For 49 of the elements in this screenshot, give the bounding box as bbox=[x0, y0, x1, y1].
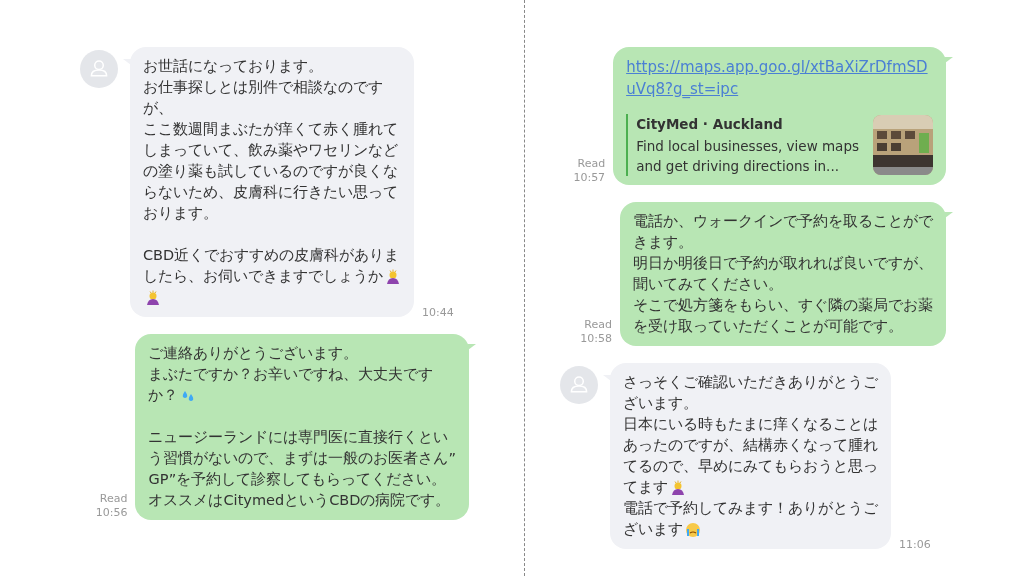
message-text: したら、お伺いできますでしょうか bbox=[143, 267, 383, 286]
message-text: 電話で予約してみます！ありがとうご bbox=[623, 499, 878, 518]
message-text: 聞いてみてください。 bbox=[633, 275, 783, 294]
message-text: さっそくご確認いただきありがとうご bbox=[623, 373, 878, 392]
message-text: てます bbox=[623, 478, 668, 497]
message-text: ニュージーランドには専門医に直接行くとい bbox=[148, 428, 449, 447]
message-text: か？ bbox=[148, 386, 179, 405]
message-text: オススメはCitymedというCBDの病院です。 bbox=[148, 491, 451, 510]
message-time: 10:56 bbox=[95, 506, 128, 520]
message-text: おります。 bbox=[143, 204, 218, 223]
read-receipt: Read bbox=[584, 318, 612, 332]
preview-title: CityMed · Auckland bbox=[636, 115, 784, 134]
message-text: らないため、皮膚科に行きたい思って bbox=[143, 183, 398, 202]
message-time: 10:57 bbox=[573, 171, 606, 185]
avatar-icon[interactable] bbox=[560, 366, 598, 404]
link[interactable]: https://maps.app.goo.gl/xtBaXiZrDfmSD uVq8?g_st=ipc bbox=[626, 56, 933, 100]
avatar-icon[interactable] bbox=[80, 50, 118, 88]
message-text: う習慣がないので、まずは一般のお医者さん” bbox=[148, 449, 456, 468]
message-text: 明日か明後日で予約が取れれば良いですが、 bbox=[633, 254, 933, 273]
bowing-person-icon bbox=[385, 268, 401, 285]
bowing-person-icon bbox=[145, 289, 161, 306]
message-text: まぶたですか？お辛いですね、大丈夫です bbox=[148, 365, 434, 384]
message-text: 日本にいる時もたまに痒くなることは bbox=[623, 415, 878, 434]
message-text: ざいます。 bbox=[623, 394, 698, 413]
message-text: そこで処方箋をもらい、すぐ隣の薬局でお薬 bbox=[633, 296, 933, 315]
message-text: GP”を予約して診察してもらってください。 bbox=[148, 470, 447, 489]
message-text: てるので、早めにみてもらおうと思っ bbox=[623, 457, 878, 476]
message-time: 10:44 bbox=[422, 306, 454, 319]
message-text: が、 bbox=[143, 99, 173, 118]
message-text: を受け取っていただくことが可能です。 bbox=[633, 317, 903, 336]
read-receipt: Read bbox=[577, 157, 606, 171]
message-text: CBD近くでおすすめの皮膚科がありま bbox=[143, 246, 400, 265]
message-time: 11:06 bbox=[899, 538, 931, 551]
message-time: 10:58 bbox=[580, 332, 612, 346]
read-receipt: Read bbox=[99, 492, 128, 506]
bowing-person-icon bbox=[670, 479, 686, 496]
message-text: きます。 bbox=[633, 233, 693, 252]
message-text: の塗り薬も試しているのですが良くな bbox=[143, 162, 398, 181]
message-text: お世話になっております。 bbox=[143, 57, 323, 76]
crying-face-icon bbox=[685, 521, 701, 538]
message-text: あったのですが、結構赤くなって腫れ bbox=[623, 436, 878, 455]
preview-description: and get driving directions in... bbox=[636, 157, 840, 176]
message-text: お仕事探しとは別件で相談なのです bbox=[143, 78, 383, 97]
message-text: 電話か、ウォークインで予約を取ることがで bbox=[633, 212, 933, 231]
message-text: ここ数週間まぶたが痒くて赤く腫れて bbox=[143, 120, 398, 139]
message-text: しまっていて、飲み薬やワセリンなど bbox=[143, 141, 398, 160]
message-text: ご連絡ありがとうございます。 bbox=[148, 344, 359, 363]
preview-description: Find local businesses, view maps bbox=[636, 137, 859, 156]
message-text: ざいます bbox=[623, 520, 683, 539]
